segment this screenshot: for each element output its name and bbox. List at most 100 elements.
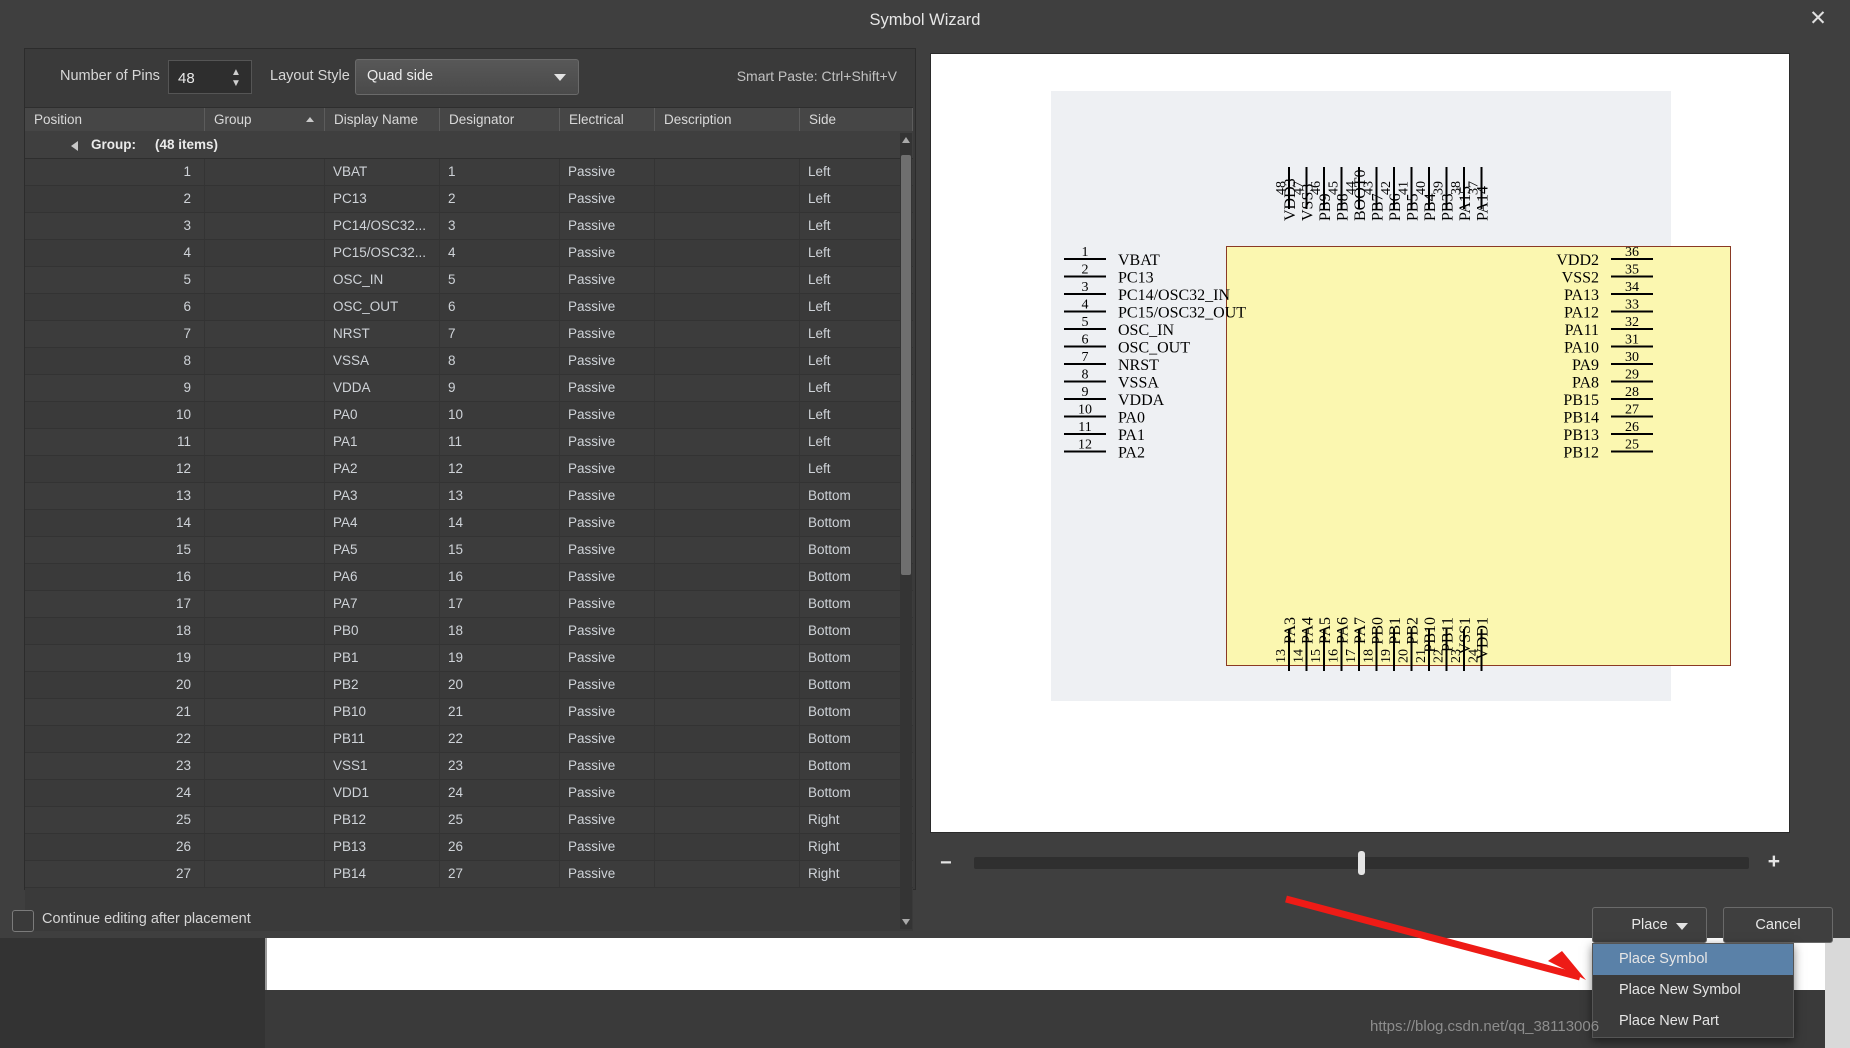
cell-description[interactable]	[655, 213, 800, 239]
cell-description[interactable]	[655, 321, 800, 347]
cell-side[interactable]: Left	[800, 348, 913, 374]
cell-group[interactable]	[205, 564, 325, 590]
cell-group[interactable]	[205, 807, 325, 833]
cell-display-name[interactable]: OSC_OUT	[325, 294, 440, 320]
cell-electrical-type[interactable]: Passive	[560, 321, 655, 347]
expand-collapse-icon[interactable]	[71, 141, 78, 151]
table-row[interactable]: 25 PB12 25 Passive Right	[25, 807, 913, 834]
cell-display-name[interactable]: VDD1	[325, 780, 440, 806]
cell-side[interactable]: Left	[800, 402, 913, 428]
cell-group[interactable]	[205, 348, 325, 374]
cell-description[interactable]	[655, 267, 800, 293]
cell-group[interactable]	[205, 429, 325, 455]
menu-item-place-symbol[interactable]: Place Symbol	[1593, 944, 1793, 975]
cell-designator[interactable]: 27	[440, 861, 560, 887]
cell-electrical-type[interactable]: Passive	[560, 861, 655, 887]
cell-display-name[interactable]: OSC_IN	[325, 267, 440, 293]
cell-display-name[interactable]: PA0	[325, 402, 440, 428]
cell-electrical-type[interactable]: Passive	[560, 240, 655, 266]
cell-designator[interactable]: 12	[440, 456, 560, 482]
cell-side[interactable]: Left	[800, 294, 913, 320]
cell-description[interactable]	[655, 456, 800, 482]
cell-description[interactable]	[655, 294, 800, 320]
cell-description[interactable]	[655, 510, 800, 536]
cell-designator[interactable]: 8	[440, 348, 560, 374]
cell-group[interactable]	[205, 483, 325, 509]
cell-electrical-type[interactable]: Passive	[560, 753, 655, 779]
cell-group[interactable]	[205, 591, 325, 617]
cell-electrical-type[interactable]: Passive	[560, 780, 655, 806]
cell-description[interactable]	[655, 780, 800, 806]
cell-description[interactable]	[655, 591, 800, 617]
table-row[interactable]: 8 VSSA 8 Passive Left	[25, 348, 913, 375]
table-row[interactable]: 11 PA1 11 Passive Left	[25, 429, 913, 456]
cell-display-name[interactable]: PB12	[325, 807, 440, 833]
table-column-header-description[interactable]: Description	[655, 108, 800, 132]
cell-electrical-type[interactable]: Passive	[560, 537, 655, 563]
cell-position[interactable]: 20	[25, 672, 205, 698]
cell-description[interactable]	[655, 672, 800, 698]
table-row[interactable]: 21 PB10 21 Passive Bottom	[25, 699, 913, 726]
cell-position[interactable]: 26	[25, 834, 205, 860]
cell-designator[interactable]: 6	[440, 294, 560, 320]
table-column-header-position[interactable]: Position	[25, 108, 205, 132]
cell-electrical-type[interactable]: Passive	[560, 564, 655, 590]
cell-group[interactable]	[205, 780, 325, 806]
table-row[interactable]: 22 PB11 22 Passive Bottom	[25, 726, 913, 753]
cell-position[interactable]: 16	[25, 564, 205, 590]
cell-position[interactable]: 8	[25, 348, 205, 374]
cell-designator[interactable]: 15	[440, 537, 560, 563]
cell-display-name[interactable]: PB10	[325, 699, 440, 725]
cell-position[interactable]: 27	[25, 861, 205, 887]
cell-electrical-type[interactable]: Passive	[560, 159, 655, 185]
cell-position[interactable]: 25	[25, 807, 205, 833]
table-row[interactable]: 27 PB14 27 Passive Right	[25, 861, 913, 888]
table-row[interactable]: 6 OSC_OUT 6 Passive Left	[25, 294, 913, 321]
cell-display-name[interactable]: VDDA	[325, 375, 440, 401]
cell-description[interactable]	[655, 402, 800, 428]
cell-designator[interactable]: 17	[440, 591, 560, 617]
cell-description[interactable]	[655, 645, 800, 671]
cell-group[interactable]	[205, 537, 325, 563]
cell-designator[interactable]: 10	[440, 402, 560, 428]
cell-side[interactable]: Left	[800, 429, 913, 455]
cell-display-name[interactable]: NRST	[325, 321, 440, 347]
cell-side[interactable]: Right	[800, 834, 913, 860]
cell-side[interactable]: Bottom	[800, 564, 913, 590]
cell-side[interactable]: Bottom	[800, 618, 913, 644]
cell-position[interactable]: 22	[25, 726, 205, 752]
cell-electrical-type[interactable]: Passive	[560, 213, 655, 239]
cell-electrical-type[interactable]: Passive	[560, 267, 655, 293]
cell-side[interactable]: Left	[800, 159, 913, 185]
number-of-pins-stepper[interactable]: ▲▼	[168, 60, 252, 95]
cell-electrical-type[interactable]: Passive	[560, 483, 655, 509]
cell-display-name[interactable]: PB1	[325, 645, 440, 671]
cell-side[interactable]: Bottom	[800, 699, 913, 725]
cell-designator[interactable]: 11	[440, 429, 560, 455]
cell-display-name[interactable]: PC15/OSC32...	[325, 240, 440, 266]
table-row[interactable]: 19 PB1 19 Passive Bottom	[25, 645, 913, 672]
cell-electrical-type[interactable]: Passive	[560, 402, 655, 428]
cell-side[interactable]: Right	[800, 861, 913, 887]
cell-side[interactable]: Right	[800, 807, 913, 833]
cell-group[interactable]	[205, 375, 325, 401]
cell-description[interactable]	[655, 753, 800, 779]
table-column-header-group[interactable]: Group	[205, 108, 325, 132]
table-row[interactable]: 9 VDDA 9 Passive Left	[25, 375, 913, 402]
cell-position[interactable]: 21	[25, 699, 205, 725]
cell-designator[interactable]: 16	[440, 564, 560, 590]
cell-side[interactable]: Bottom	[800, 780, 913, 806]
cell-position[interactable]: 10	[25, 402, 205, 428]
cell-display-name[interactable]: PB2	[325, 672, 440, 698]
cell-group[interactable]	[205, 861, 325, 887]
table-row[interactable]: 4 PC15/OSC32... 4 Passive Left	[25, 240, 913, 267]
table-column-header-electrical-type[interactable]: Electrical Type	[560, 108, 655, 151]
cell-side[interactable]: Bottom	[800, 537, 913, 563]
cell-position[interactable]: 7	[25, 321, 205, 347]
cell-position[interactable]: 14	[25, 510, 205, 536]
cell-display-name[interactable]: PA5	[325, 537, 440, 563]
cell-side[interactable]: Bottom	[800, 726, 913, 752]
zoom-slider-thumb[interactable]	[1358, 851, 1365, 875]
cell-group[interactable]	[205, 726, 325, 752]
cell-designator[interactable]: 7	[440, 321, 560, 347]
